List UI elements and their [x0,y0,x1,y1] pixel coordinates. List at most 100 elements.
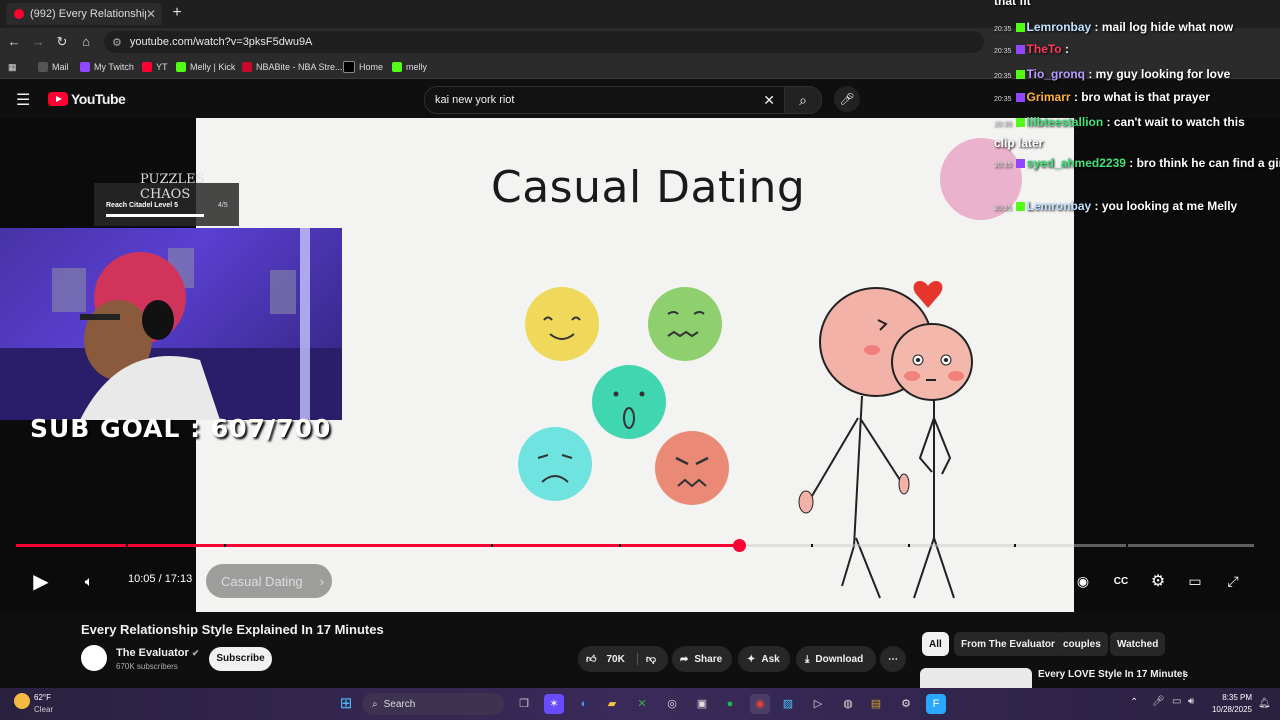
store-icon[interactable]: ▣ [692,694,712,714]
bookmark-yt[interactable]: YT [142,59,168,75]
autoplay-toggle[interactable]: ◉ [1070,568,1096,594]
recommended-more-icon[interactable]: ⋮ [1178,668,1190,682]
edge-icon[interactable]: ◐ [574,694,594,714]
obs-icon[interactable]: ◍ [838,694,858,714]
app-icon[interactable]: ◎ [662,694,682,714]
chat-text: : [1064,42,1069,56]
share-button[interactable]: ➦ Share [672,646,732,672]
chip-couples[interactable]: couples [1056,632,1108,656]
taskbar-search[interactable]: ⌕ Search [362,693,504,715]
close-tab-icon[interactable]: ✕ [146,7,156,21]
chat-timestamp: 20:35 [994,205,1012,212]
thumbs-up-icon[interactable]: 👍︎ [586,653,596,665]
download-button[interactable]: ⤓ Download [796,646,876,672]
search-input[interactable]: kai new york riot ✕ [424,86,786,114]
volume-tray-icon[interactable]: 🔊︎ [1188,696,1194,707]
thumbs-down-icon[interactable]: 👎︎ [636,653,656,665]
chapter-marker [619,544,621,547]
clock-date[interactable]: 10/28/2025 [1200,705,1252,714]
xbox-icon[interactable]: ✕ [632,694,652,714]
site-info-icon[interactable]: ⚙ [112,36,122,49]
chat-username[interactable]: TheTo [1027,42,1065,56]
channel-avatar[interactable] [81,645,107,671]
mic-tray-icon[interactable]: 🎤︎ [1152,696,1165,707]
recommended-thumbnail[interactable] [920,668,1032,688]
fullscreen-icon[interactable]: ⤢ [1222,568,1244,594]
ask-button[interactable]: ✦ Ask [738,646,790,672]
copilot-icon[interactable]: ✶ [544,694,564,714]
settings-app-icon[interactable]: ⚙ [896,694,916,714]
chip-from-channel[interactable]: From The Evaluator [954,632,1062,656]
theater-mode-icon[interactable]: ▭ [1184,568,1206,594]
verified-check-icon: ✔ [191,648,200,658]
weather-desc: Clear [34,705,54,714]
photos-icon[interactable]: ▨ [778,694,798,714]
chat-username[interactable]: lilbteestallion [1027,115,1107,129]
new-tab-button[interactable]: + [168,4,186,22]
chat-username[interactable]: Lemronbay [1027,199,1095,213]
chat-text: : bro what is that prayer [1073,90,1210,104]
bookmark-kick[interactable]: Melly | Kick [176,59,235,75]
chat-username[interactable]: Grimarr [1027,90,1074,104]
like-count[interactable]: 70K [606,654,624,665]
weather-icon[interactable] [14,693,30,709]
home-icon[interactable]: ⌂ [76,32,96,52]
app2-icon[interactable]: ▤ [866,694,886,714]
chip-watched[interactable]: Watched [1110,632,1166,656]
address-bar[interactable]: ⚙ youtube.com/watch?v=3pksF5dwu9A [104,31,984,53]
tray-chevron-icon[interactable]: ⌃ [1130,697,1138,708]
channel-name[interactable]: The Evaluator ✔ [116,647,199,659]
chat-badge-icon [1015,93,1025,103]
microphone-icon[interactable]: 🎤︎ [834,86,860,112]
clear-search-icon[interactable]: ✕ [763,92,775,109]
chat-username[interactable]: Tio_gronq [1027,67,1089,81]
search-icon[interactable]: ⌕ [784,86,822,114]
chrome-icon[interactable]: ◉ [750,694,770,714]
chapter-marker [491,544,493,547]
chat-timestamp: 20:35 [994,48,1012,55]
spotify-icon[interactable]: ● [720,694,740,714]
recommended-title[interactable]: Every LOVE Style In 17 Minutes [1038,669,1188,680]
bookmark-mail[interactable]: Mail [38,59,69,75]
chip-all[interactable]: All [922,632,949,656]
captions-icon[interactable]: CC [1110,568,1132,594]
volume-icon[interactable]: 🔈︎ [78,568,100,594]
media-player-icon[interactable]: ▷ [808,694,828,714]
network-icon[interactable]: ▭ [1172,696,1181,707]
share-icon: ➦ [680,653,689,665]
video-progress-bar[interactable] [16,544,1254,548]
bookmark-home[interactable]: Home [343,59,383,75]
chapter-button[interactable]: Casual Dating › [206,564,332,598]
chat-message: 20:35 Lemronbay : you looking at me Melly [994,199,1237,213]
youtube-logo[interactable]: YouTube [48,91,126,107]
hamburger-menu-icon[interactable]: ☰ [16,90,30,110]
tab-title: (992) Every Relationship Style E [30,8,146,20]
chapter-marker [811,544,813,547]
subscribe-button[interactable]: Subscribe [209,647,272,671]
sparkle-icon: ✦ [747,653,756,665]
bookmark-nbabite[interactable]: NBABite - NBA Stre... [242,59,343,75]
browser-tab[interactable]: (992) Every Relationship Style E ✕ [6,3,162,25]
settings-gear-icon[interactable]: ⚙ [1147,568,1169,594]
player-right-area [1074,118,1280,612]
task-view-icon[interactable]: ❐ [514,694,534,714]
chat-username[interactable]: syed_ahmed2239 [1027,156,1130,170]
bookmark-melly[interactable]: melly [392,59,427,75]
file-explorer-icon[interactable]: ▰ [602,694,622,714]
chat-message: 20:35 lilbteestallion : can't wait to wat… [994,113,1266,153]
forward-icon[interactable]: → [28,32,48,52]
nba-icon [242,62,252,72]
more-actions-icon[interactable]: ⋯ [880,646,906,672]
app3-icon[interactable]: F [926,694,946,714]
back-icon[interactable]: ← [4,32,24,52]
notification-bell-icon[interactable]: 🔔︎ [1258,698,1271,709]
windows-start-icon[interactable]: ⊞ [336,694,356,714]
surprised-face-icon [592,365,666,439]
clock-time[interactable]: 8:35 PM [1208,693,1252,702]
chat-username[interactable]: Lemronbay [1027,20,1095,34]
play-icon[interactable]: ▶ [28,568,54,594]
apps-icon[interactable]: ▦ [8,59,17,75]
bookmark-twitch[interactable]: My Twitch [80,59,134,75]
scrubber-handle[interactable] [733,539,746,552]
reload-icon[interactable]: ↻ [52,32,72,52]
